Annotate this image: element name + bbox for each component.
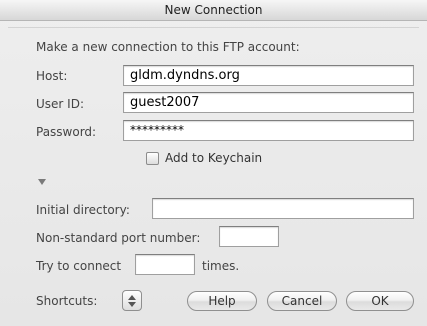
chevron-down-icon — [128, 301, 136, 307]
ok-button[interactable]: OK — [346, 291, 414, 311]
password-label: Password: — [36, 125, 97, 139]
disclosure-triangle-icon[interactable] — [37, 177, 47, 187]
window-title: New Connection — [0, 0, 427, 21]
keychain-label: Add to Keychain — [165, 151, 263, 165]
cancel-button[interactable]: Cancel — [267, 291, 337, 311]
initial-directory-label: Initial directory: — [36, 203, 130, 217]
retry-count-input[interactable] — [135, 254, 195, 275]
help-button[interactable]: Help — [187, 291, 257, 311]
title-separator — [8, 27, 419, 28]
new-connection-dialog: New Connection Make a new connection to … — [0, 0, 427, 326]
retry-suffix-label: times. — [202, 259, 240, 273]
initial-directory-input[interactable] — [152, 198, 414, 219]
user-id-input[interactable]: guest2007 — [123, 92, 414, 113]
keychain-row[interactable]: Add to Keychain — [146, 151, 262, 165]
shortcuts-label: Shortcuts: — [36, 294, 98, 308]
chevron-up-icon — [128, 294, 136, 300]
host-input[interactable]: gldm.dyndns.org — [123, 65, 414, 86]
host-label: Host: — [36, 69, 68, 83]
keychain-checkbox[interactable] — [146, 151, 159, 165]
retry-label: Try to connect — [36, 259, 122, 273]
intro-text: Make a new connection to this FTP accoun… — [36, 40, 300, 54]
password-input[interactable]: ********* — [123, 120, 414, 141]
port-label: Non-standard port number: — [36, 231, 201, 245]
port-input[interactable] — [219, 226, 279, 247]
user-id-label: User ID: — [36, 97, 84, 111]
shortcuts-popup-button[interactable] — [122, 290, 142, 311]
